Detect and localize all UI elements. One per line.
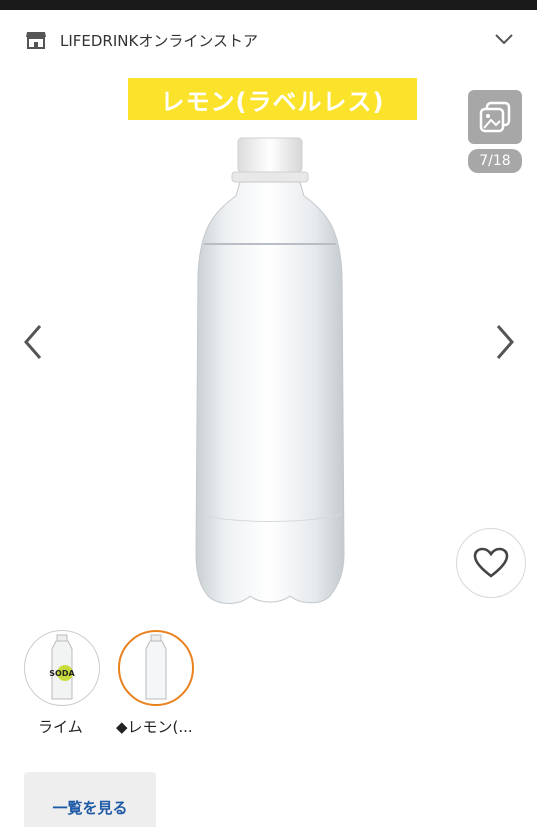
variant-thumbnail[interactable] <box>118 630 194 706</box>
chevron-down-icon[interactable] <box>494 32 514 46</box>
status-bar <box>0 0 537 10</box>
lemon-bottle-thumbnail <box>145 634 167 700</box>
favorite-button[interactable] <box>456 528 526 598</box>
image-gallery-icon <box>479 101 511 133</box>
store-name[interactable]: LIFEDRINKオンラインストア <box>60 30 258 51</box>
store-header[interactable]: LIFEDRINKオンラインストア <box>0 10 537 72</box>
view-all-label: 一覧を見る <box>52 798 128 817</box>
banner-text: レモン(ラベルレス) <box>160 87 385 116</box>
image-counter: 7/18 <box>468 149 522 173</box>
variant-thumb-text: SODA <box>49 669 75 678</box>
heart-icon <box>473 547 509 578</box>
variant-label: ライム <box>38 718 83 736</box>
variant-lime[interactable]: SODA ライム <box>24 630 114 737</box>
product-bottle-image <box>195 137 345 604</box>
variant-selector: SODA ライム ◆レモン(... <box>0 630 537 750</box>
lime-bottle-thumbnail: SODA <box>49 634 76 700</box>
gallery-view-button[interactable] <box>468 90 522 144</box>
store-icon <box>26 32 46 49</box>
product-label-banner: レモン(ラベルレス) <box>128 78 417 120</box>
product-image-gallery[interactable]: レモン(ラベルレス) 7/18 <box>0 72 537 612</box>
chevron-right-icon[interactable] <box>490 322 520 362</box>
variant-label: ◆レモン(... <box>116 718 193 736</box>
view-all-button[interactable]: 一覧を見る <box>24 772 156 827</box>
variant-thumbnail[interactable]: SODA <box>24 630 100 706</box>
chevron-left-icon[interactable] <box>20 322 50 362</box>
variant-lemon[interactable]: ◆レモン(... <box>116 630 208 737</box>
